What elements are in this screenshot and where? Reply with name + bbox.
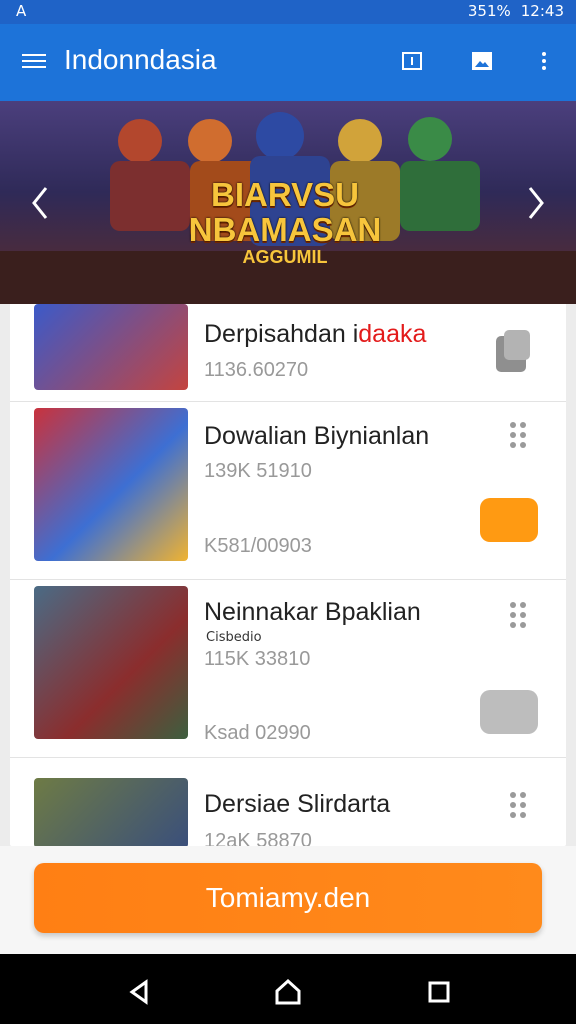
game-title: Derpisahdan idaaka — [204, 320, 426, 349]
menu-icon[interactable] — [22, 50, 46, 68]
primary-cta-button[interactable]: Tomiamy.den — [34, 863, 542, 933]
list-item[interactable]: Dowalian Biynianlan 139K 51910 K581/0090… — [10, 402, 566, 580]
game-meta: 115K 33810 — [204, 648, 311, 670]
game-title: Neinnakar Bpaklian — [204, 598, 421, 626]
hero-banner: BIARVSU NBAMASAN AGGUMIL — [0, 101, 576, 304]
list-item[interactable]: Dersiae Slirdarta 12aK 58870 — [10, 758, 566, 846]
hero-title: BIARVSU NBAMASAN AGGUMIL — [155, 176, 415, 268]
game-thumbnail — [34, 304, 188, 390]
status-right: 351% 12:43 — [468, 2, 564, 20]
home-icon[interactable] — [273, 977, 303, 1007]
drag-handle-icon[interactable] — [510, 602, 530, 630]
list-item[interactable]: Neinnakar Bpaklian Cisbedio 115K 33810 K… — [10, 580, 566, 758]
gamepad-icon[interactable] — [480, 690, 538, 734]
book-icon[interactable] — [400, 49, 424, 73]
time-text: 12:43 — [520, 2, 564, 20]
status-bar: A 351% 12:43 — [0, 0, 576, 24]
list-item[interactable]: Derpisahdan idaaka 1136.60270 — [10, 304, 566, 402]
game-title-accent: daaka — [358, 320, 427, 348]
game-meta-secondary: Ksad 02990 — [204, 722, 311, 744]
hero-title-line2: NBAMASAN — [188, 210, 382, 248]
game-meta: 12aK 58870 — [204, 830, 312, 846]
game-thumbnail — [34, 586, 188, 739]
gamepad-icon[interactable] — [480, 498, 538, 542]
game-meta-secondary: K581/00903 — [204, 535, 312, 557]
drag-handle-icon[interactable] — [510, 792, 530, 820]
chevron-left-icon[interactable] — [26, 183, 54, 223]
app-title: Indonndasia — [64, 44, 217, 75]
recents-icon[interactable] — [424, 977, 454, 1007]
drag-handle-icon[interactable] — [510, 422, 530, 450]
game-title-main: Derpisahdan i — [204, 320, 359, 348]
game-meta: 139K 51910 — [204, 460, 312, 482]
game-subtitle: Cisbedio — [206, 630, 262, 645]
game-thumbnail — [34, 778, 188, 846]
app-bar: Indonndasia — [0, 24, 576, 101]
hero-title-line3: AGGUMIL — [242, 247, 328, 268]
copy-icon[interactable] — [490, 326, 536, 376]
more-vertical-icon[interactable] — [532, 49, 556, 73]
battery-text: 351% — [467, 2, 511, 20]
system-nav-bar — [0, 954, 576, 1024]
hero-title-line1: BIARVSU — [211, 176, 359, 213]
status-left: A — [16, 2, 27, 20]
game-list: Derpisahdan idaaka 1136.60270 Dowalian B… — [10, 304, 566, 846]
game-title: Dersiae Slirdarta — [204, 790, 391, 818]
game-thumbnail — [34, 408, 188, 561]
image-icon[interactable] — [470, 49, 494, 73]
chevron-right-icon[interactable] — [522, 183, 550, 223]
footer-bar: Tomiamy.den — [0, 846, 576, 954]
game-meta: 1136.60270 — [204, 359, 309, 381]
game-title: Dowalian Biynianlan — [204, 422, 430, 450]
back-icon[interactable] — [124, 977, 154, 1007]
